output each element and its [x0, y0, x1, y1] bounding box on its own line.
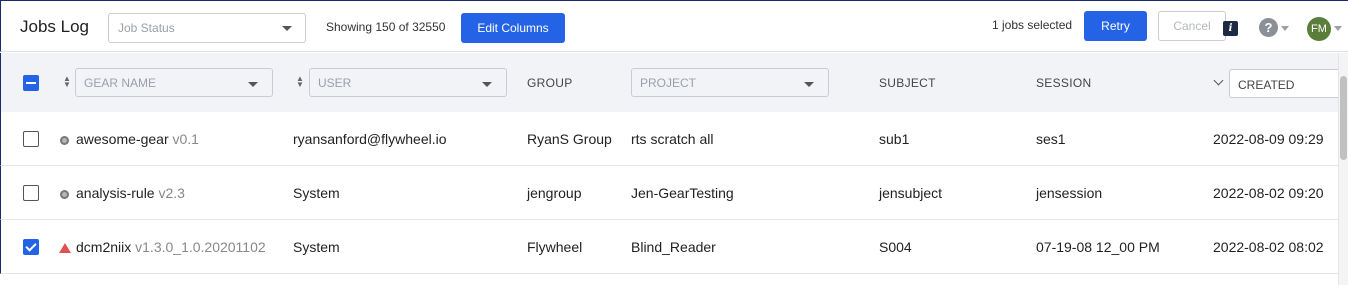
gear-name-cell[interactable]: awesome-gear v0.1 [76, 131, 199, 147]
chevron-down-icon [804, 82, 814, 87]
page-title: Jobs Log [20, 17, 89, 36]
gear-name: dcm2niix [76, 239, 132, 255]
help-icon[interactable]: ? [1259, 18, 1278, 37]
group-cell: RyanS Group [527, 131, 612, 147]
created-cell: 2022-08-09 09:29 [1213, 131, 1324, 147]
group-cell: jengroup [527, 185, 582, 201]
gear-name-filter[interactable]: GEAR NAME [75, 68, 273, 97]
created-cell: 2022-08-02 09:20 [1213, 185, 1324, 201]
gear-version: v2.3 [158, 185, 185, 201]
user-filter[interactable]: USER [309, 68, 507, 97]
chevron-down-icon [248, 82, 258, 87]
job-status-select[interactable]: Job Status [108, 13, 306, 43]
user-cell: System [293, 239, 340, 255]
gray-dot-icon [60, 190, 69, 199]
chevron-down-icon [482, 82, 492, 87]
top-bar: Jobs Log Job Status Showing 150 of 32550… [0, 0, 1348, 52]
session-cell: ses1 [1036, 131, 1066, 147]
warning-triangle-icon [59, 243, 71, 253]
user-cell: System [293, 185, 340, 201]
created-header: CREATED [1238, 78, 1295, 92]
user-cell: ryansanford@flywheel.io [293, 131, 447, 147]
subject-header[interactable]: SUBJECT [879, 76, 936, 90]
cancel-button[interactable]: Cancel [1158, 11, 1226, 41]
project-filter[interactable]: PROJECT [631, 68, 829, 97]
gear-name: awesome-gear [76, 131, 169, 147]
sort-gear-icon[interactable]: ▲ ▼ [63, 75, 71, 89]
info-icon[interactable]: i [1223, 21, 1238, 36]
created-filter[interactable]: CREATED [1229, 69, 1339, 98]
session-cell: 07-19-08 12_00 PM [1036, 239, 1160, 255]
gear-name-cell[interactable]: dcm2niix v1.3.0_1.0.20201102 [76, 239, 266, 255]
table-row[interactable]: analysis-rule v2.3 System jengroup Jen-G… [0, 166, 1338, 220]
session-cell: jensession [1036, 185, 1103, 201]
avatar[interactable]: FM [1307, 17, 1331, 41]
edit-columns-button[interactable]: Edit Columns [461, 13, 565, 43]
scrollbar-thumb[interactable] [1340, 76, 1347, 160]
chevron-down-icon [282, 26, 292, 31]
group-cell: Flywheel [527, 239, 583, 255]
select-all-checkbox[interactable] [23, 75, 39, 91]
row-checkbox[interactable] [23, 131, 39, 147]
created-cell: 2022-08-02 08:02 [1213, 239, 1324, 255]
table-row[interactable]: dcm2niix v1.3.0_1.0.20201102 System Flyw… [0, 220, 1338, 274]
gear-version: v1.3.0_1.0.20201102 [135, 239, 266, 255]
row-checkbox[interactable] [23, 185, 39, 201]
chevron-down-icon[interactable] [1213, 75, 1224, 86]
showing-count: Showing 150 of 32550 [326, 20, 446, 34]
gear-name: analysis-rule [76, 185, 155, 201]
session-header[interactable]: SESSION [1036, 76, 1091, 90]
subject-cell: jensubject [879, 185, 943, 201]
table-header: ▲ ▼ GEAR NAME ▲ ▼ USER GROUP PROJECT SUBJE… [0, 53, 1339, 112]
project-cell: Jen-GearTesting [631, 185, 734, 201]
project-cell: Blind_Reader [631, 239, 716, 255]
retry-button[interactable]: Retry [1084, 11, 1147, 41]
project-cell: rts scratch all [631, 131, 714, 147]
group-header[interactable]: GROUP [527, 76, 573, 90]
job-status-placeholder: Job Status [118, 21, 175, 35]
table-row[interactable]: awesome-gear v0.1 ryansanford@flywheel.i… [0, 112, 1338, 166]
user-header: USER [318, 76, 352, 90]
row-checkbox[interactable] [23, 239, 39, 255]
subject-cell: sub1 [879, 131, 910, 147]
gear-version: v0.1 [172, 131, 199, 147]
gear-name-header: GEAR NAME [84, 76, 157, 90]
project-header: PROJECT [640, 76, 697, 90]
help-chevron-down-icon[interactable] [1281, 26, 1289, 31]
avatar-chevron-down-icon[interactable] [1334, 26, 1342, 31]
selected-count: 1 jobs selected [992, 18, 1073, 32]
gray-dot-icon [60, 136, 69, 145]
subject-cell: S004 [879, 239, 912, 255]
sort-user-icon[interactable]: ▲ ▼ [296, 75, 304, 89]
gear-name-cell[interactable]: analysis-rule v2.3 [76, 185, 185, 201]
